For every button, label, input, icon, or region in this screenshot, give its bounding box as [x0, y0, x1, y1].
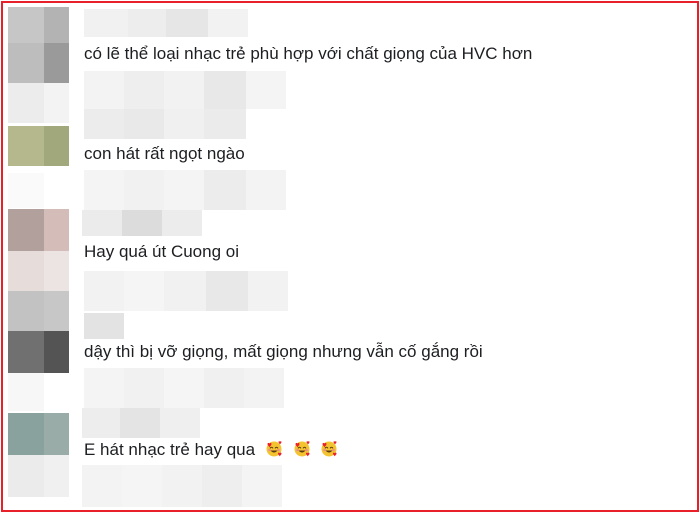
- comment-text: có lẽ thể loại nhạc trẻ phù hợp với chất…: [84, 44, 533, 63]
- comment-text: dậy thì bị vỡ giọng, mất giọng nhưng vẫn…: [84, 342, 483, 361]
- comment-text-value: E hát nhạc trẻ hay qua: [84, 440, 256, 459]
- comment-screenshot-frame: có lẽ thể loại nhạc trẻ phù hợp với chất…: [1, 1, 699, 512]
- comment-text: Hay quá út Cuong oi: [84, 242, 239, 261]
- smiling-face-with-hearts-icon: [294, 441, 310, 457]
- comment-text: con hát rất ngọt ngào: [84, 144, 245, 163]
- smiling-face-with-hearts-icon: [266, 441, 282, 457]
- smiling-face-with-hearts-icon: [321, 441, 337, 457]
- comment-text: E hát nhạc trẻ hay qua: [84, 440, 338, 460]
